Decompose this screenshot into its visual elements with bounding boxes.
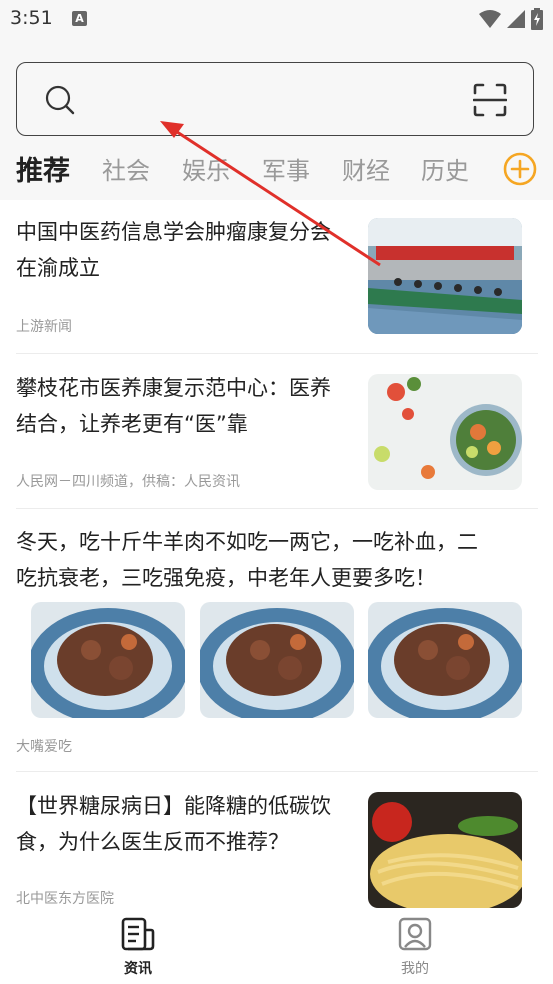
article-source: 人民网－四川频道，供稿：人民资讯 <box>16 474 240 490</box>
search-icon[interactable] <box>45 85 75 115</box>
wifi-icon <box>479 10 501 28</box>
status-bar: 3:51 A <box>0 0 553 40</box>
divider <box>16 771 538 772</box>
nav-profile-label: 我的 <box>401 961 429 977</box>
scan-icon[interactable] <box>473 83 507 117</box>
nav-news-label: 资讯 <box>124 961 152 977</box>
profile-icon <box>398 917 432 951</box>
bottom-navigation: 资讯 我的 <box>0 910 553 984</box>
news-icon <box>121 917 155 951</box>
tab-entertainment[interactable]: 娱乐 <box>182 151 230 186</box>
braised-meat-thumbnail[interactable] <box>31 602 185 718</box>
divider <box>16 353 538 354</box>
conference-thumbnail[interactable] <box>368 218 522 334</box>
tab-history[interactable]: 历史 <box>421 151 469 186</box>
search-bar[interactable] <box>16 62 534 136</box>
nav-profile[interactable]: 我的 <box>375 916 455 978</box>
category-tabs: 推荐 社会 娱乐 军事 财经 历史 <box>0 145 553 195</box>
braised-meat-thumbnail[interactable] <box>368 602 522 718</box>
article-title[interactable]: 中国中医药信息学会肿瘤康复分会 在渝成立 <box>16 214 356 286</box>
article-title[interactable]: 攀枝花市医养康复示范中心：医养 结合，让养老更有“医”靠 <box>16 370 356 442</box>
notification-icon: A <box>72 11 87 26</box>
article-source: 北中医东方医院 <box>16 891 114 907</box>
status-icons <box>479 8 543 30</box>
divider <box>16 508 538 509</box>
add-channel-icon[interactable] <box>503 152 537 186</box>
article-title[interactable]: 【世界糖尿病日】能降糖的低碳饮 食，为什么医生反而不推荐？ <box>16 788 356 860</box>
pasta-thumbnail[interactable] <box>368 792 522 908</box>
braised-meat-thumbnail[interactable] <box>200 602 354 718</box>
nav-news[interactable]: 资讯 <box>98 916 178 978</box>
tab-recommend[interactable]: 推荐 <box>16 149 70 188</box>
battery-icon <box>531 8 543 30</box>
article-title[interactable]: 冬天，吃十斤牛羊肉不如吃一两它，一吃补血，二 吃抗衰老，三吃强免疫，中老年人更要… <box>16 524 516 596</box>
status-time: 3:51 <box>10 7 53 29</box>
salad-thumbnail[interactable] <box>368 374 522 490</box>
tab-military[interactable]: 军事 <box>262 151 310 186</box>
tab-finance[interactable]: 财经 <box>342 151 390 186</box>
search-input[interactable] <box>97 81 471 119</box>
tab-society[interactable]: 社会 <box>102 151 150 186</box>
signal-icon <box>507 10 525 28</box>
article-source: 大嘴爱吃 <box>16 739 72 755</box>
article-source: 上游新闻 <box>16 319 72 335</box>
